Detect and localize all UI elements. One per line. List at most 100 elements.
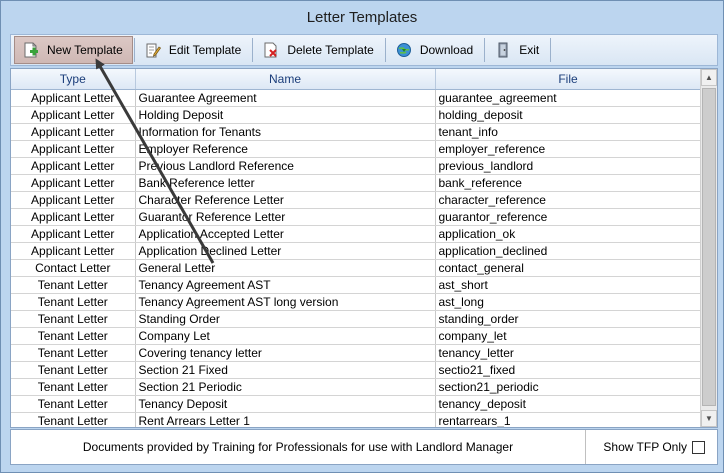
exit-label: Exit <box>519 43 540 57</box>
footer-panel: Documents provided by Training for Profe… <box>10 429 718 465</box>
cell-type: Tenant Letter <box>11 344 136 362</box>
column-header-type[interactable]: Type <box>11 69 136 90</box>
new-template-label: New Template <box>47 43 123 57</box>
cell-name: Employer Reference <box>135 140 436 158</box>
cell-file: guarantor_reference <box>435 208 702 226</box>
table-row[interactable]: Tenant Letter Covering tenancy letter tena… <box>11 344 702 362</box>
cell-type: Tenant Letter <box>11 378 136 396</box>
column-header-file[interactable]: File <box>435 69 702 90</box>
download-label: Download <box>419 43 474 57</box>
table-header-row: Type Name File <box>11 69 702 90</box>
edit-template-label: Edit Template <box>168 43 242 57</box>
cell-type: Tenant Letter <box>11 327 136 345</box>
cell-file: section21_periodic <box>435 378 702 396</box>
cell-file: bank_reference <box>435 174 702 192</box>
cell-name: Holding Deposit <box>135 106 436 124</box>
new-document-icon <box>23 42 39 58</box>
table-row[interactable]: Applicant Letter Holding Deposit holding_d… <box>11 106 702 124</box>
cell-name: Character Reference Letter <box>135 191 436 209</box>
cell-name: Previous Landlord Reference <box>135 157 436 175</box>
cell-type: Tenant Letter <box>11 361 136 379</box>
table-row[interactable]: Tenant Letter Tenancy Agreement AST ast_sh… <box>11 276 702 294</box>
cell-name: Application Declined Letter <box>135 242 436 260</box>
cell-name: Tenancy Agreement AST long version <box>135 293 436 311</box>
scroll-thumb[interactable] <box>702 88 716 406</box>
cell-file: standing_order <box>435 310 702 328</box>
table-row[interactable]: Contact Letter General Letter contact_gene… <box>11 259 702 277</box>
cell-type: Applicant Letter <box>11 225 136 243</box>
cell-type: Applicant Letter <box>11 208 136 226</box>
cell-type: Tenant Letter <box>11 412 136 427</box>
cell-file: rentarrears_1 <box>435 412 702 427</box>
cell-file: sectio21_fixed <box>435 361 702 379</box>
edit-template-button[interactable]: Edit Template <box>136 36 252 64</box>
cell-file: application_ok <box>435 225 702 243</box>
delete-template-button[interactable]: Delete Template <box>254 36 384 64</box>
delete-template-label: Delete Template <box>287 43 374 57</box>
show-tfp-only-checkbox[interactable] <box>692 440 705 454</box>
table-row[interactable]: Applicant Letter Information for Tenants t… <box>11 123 702 141</box>
show-tfp-only-toggle[interactable]: Show TFP Only <box>587 430 717 464</box>
download-button[interactable]: Download <box>387 36 483 64</box>
table-row[interactable]: Applicant Letter Employer Reference employ… <box>11 140 702 158</box>
table-row[interactable]: Applicant Letter Guarantor Reference Lett… <box>11 208 702 226</box>
cell-file: tenancy_letter <box>435 344 702 362</box>
exit-button[interactable]: Exit <box>486 36 549 64</box>
cell-type: Tenant Letter <box>11 395 136 413</box>
cell-type: Applicant Letter <box>11 157 136 175</box>
cell-name: Tenancy Agreement AST <box>135 276 436 294</box>
table-row[interactable]: Tenant Letter Company Let company_let <box>11 327 702 345</box>
cell-name: Covering tenancy letter <box>135 344 436 362</box>
table-row[interactable]: Applicant Letter Application Accepted Let… <box>11 225 702 243</box>
letter-templates-window: Letter Templates New Template Edit Templ… <box>0 0 724 473</box>
cell-file: tenancy_deposit <box>435 395 702 413</box>
table-row[interactable]: Tenant Letter Section 21 Fixed sectio21_fi… <box>11 361 702 379</box>
footer-note: Documents provided by Training for Profe… <box>11 430 586 464</box>
cell-type: Tenant Letter <box>11 310 136 328</box>
table-row[interactable]: Tenant Letter Tenancy Deposit tenancy_depo… <box>11 395 702 413</box>
table-row[interactable]: Tenant Letter Rent Arrears Letter 1 rentar… <box>11 412 702 427</box>
cell-name: Standing Order <box>135 310 436 328</box>
cell-name: Section 21 Periodic <box>135 378 436 396</box>
table-row[interactable]: Applicant Letter Bank Reference letter ban… <box>11 174 702 192</box>
table-row[interactable]: Applicant Letter Guarantee Agreement guara… <box>11 89 702 107</box>
exit-door-icon <box>495 42 511 58</box>
new-template-button[interactable]: New Template <box>14 36 133 64</box>
cell-file: ast_short <box>435 276 702 294</box>
toolbar-separator <box>484 38 486 62</box>
cell-name: General Letter <box>135 259 436 277</box>
cell-name: Rent Arrears Letter 1 <box>135 412 436 427</box>
table-body: Applicant Letter Guarantee Agreement guara… <box>11 89 702 427</box>
table-row[interactable]: Tenant Letter Tenancy Agreement AST long … <box>11 293 702 311</box>
toolbar-separator <box>133 38 135 62</box>
delete-document-icon <box>263 42 279 58</box>
cell-file: tenant_info <box>435 123 702 141</box>
templates-table: Type Name File Applicant Letter Guarantee… <box>11 69 702 427</box>
window-title: Letter Templates <box>306 9 418 26</box>
show-tfp-only-label: Show TFP Only <box>603 440 687 454</box>
vertical-scrollbar[interactable]: ▲ ▼ <box>700 69 717 427</box>
edit-document-icon <box>145 42 161 58</box>
column-header-name[interactable]: Name <box>135 69 436 90</box>
cell-type: Applicant Letter <box>11 106 136 124</box>
table-row[interactable]: Applicant Letter Previous Landlord Refere… <box>11 157 702 175</box>
cell-name: Application Accepted Letter <box>135 225 436 243</box>
cell-type: Applicant Letter <box>11 242 136 260</box>
toolbar: New Template Edit Template Delete Templa… <box>10 34 718 66</box>
toolbar-separator <box>384 38 386 62</box>
cell-type: Applicant Letter <box>11 89 136 107</box>
cell-name: Guarantor Reference Letter <box>135 208 436 226</box>
scroll-up-button[interactable]: ▲ <box>701 69 717 86</box>
cell-type: Applicant Letter <box>11 191 136 209</box>
cell-file: ast_long <box>435 293 702 311</box>
scroll-down-button[interactable]: ▼ <box>701 410 717 427</box>
cell-file: application_declined <box>435 242 702 260</box>
table-row[interactable]: Applicant Letter Character Reference Lett… <box>11 191 702 209</box>
table-row[interactable]: Tenant Letter Section 21 Periodic section2… <box>11 378 702 396</box>
cell-name: Section 21 Fixed <box>135 361 436 379</box>
cell-type: Applicant Letter <box>11 140 136 158</box>
cell-file: previous_landlord <box>435 157 702 175</box>
table-row[interactable]: Applicant Letter Application Declined Let… <box>11 242 702 260</box>
table-row[interactable]: Tenant Letter Standing Order standing_orde… <box>11 310 702 328</box>
templates-grid: Type Name File Applicant Letter Guarantee… <box>10 68 718 428</box>
